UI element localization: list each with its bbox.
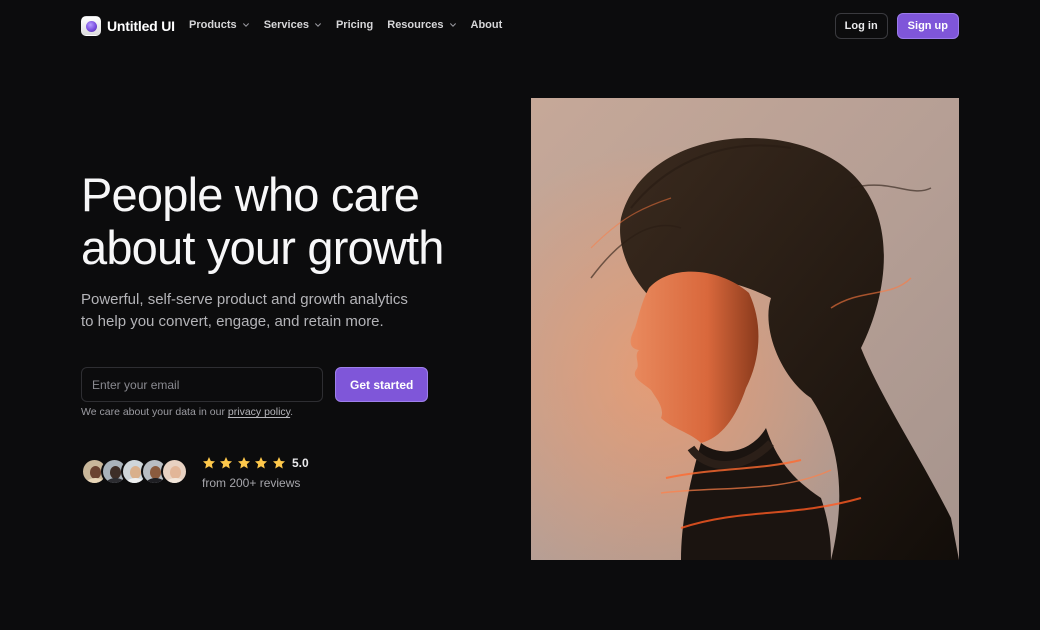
- nav-menu: Products Services Pricing Resources Abou…: [189, 19, 516, 31]
- nav-item-services[interactable]: Services: [264, 19, 322, 31]
- star-icon: [255, 457, 268, 469]
- chevron-down-icon: [315, 23, 321, 27]
- avatar: [161, 458, 188, 485]
- star-icon: [202, 457, 216, 469]
- rating-stars: 5.0: [202, 456, 309, 470]
- login-button[interactable]: Log in: [834, 13, 888, 39]
- headline-line-1: People who care: [81, 168, 420, 221]
- nav-item-products[interactable]: Products: [189, 19, 250, 31]
- star-icon: [272, 457, 285, 469]
- chevron-down-icon: [242, 23, 249, 27]
- nav-item-label: About: [470, 19, 503, 31]
- nav-item-label: Pricing: [335, 19, 374, 31]
- hero-headline: People who care about your growth: [81, 168, 501, 274]
- rating-value: 5.0: [291, 456, 309, 470]
- subhead-line-2: to help you convert, engage, and retain …: [81, 313, 384, 330]
- avatar-group: [81, 458, 188, 485]
- privacy-note: We care about your data in our privacy p…: [81, 406, 293, 418]
- nav-actions: Log in Sign up: [834, 13, 959, 39]
- privacy-prefix: We care about your data in our: [81, 406, 228, 418]
- brand-name: Untitled UI: [107, 18, 175, 34]
- logo-icon: [81, 16, 101, 36]
- signup-form: Get started: [81, 367, 429, 402]
- get-started-button[interactable]: Get started: [335, 367, 429, 402]
- reviews-count: from 200+ reviews: [202, 476, 301, 490]
- privacy-suffix: .: [290, 406, 294, 418]
- hero-portrait-image: [531, 98, 959, 560]
- brand-logo[interactable]: Untitled UI: [81, 16, 175, 36]
- chevron-down-icon: [449, 23, 456, 27]
- signup-button[interactable]: Sign up: [896, 13, 959, 39]
- nav-item-label: Resources: [387, 19, 444, 31]
- nav-item-label: Services: [263, 19, 309, 31]
- hero-subheading: Powerful, self-serve product and growth …: [81, 289, 441, 333]
- nav-item-resources[interactable]: Resources: [387, 19, 456, 31]
- headline-line-2: about your growth: [81, 221, 444, 274]
- top-navigation: Untitled UI Products Services Pricing Re…: [81, 13, 959, 39]
- nav-item-pricing[interactable]: Pricing: [336, 19, 373, 31]
- nav-item-label: Products: [189, 19, 237, 31]
- star-icon: [237, 457, 250, 469]
- subhead-line-1: Powerful, self-serve product and growth …: [81, 291, 408, 308]
- nav-item-about[interactable]: About: [471, 19, 503, 31]
- star-icon: [220, 457, 233, 469]
- privacy-policy-link[interactable]: privacy policy: [228, 406, 290, 418]
- email-input[interactable]: [81, 367, 323, 402]
